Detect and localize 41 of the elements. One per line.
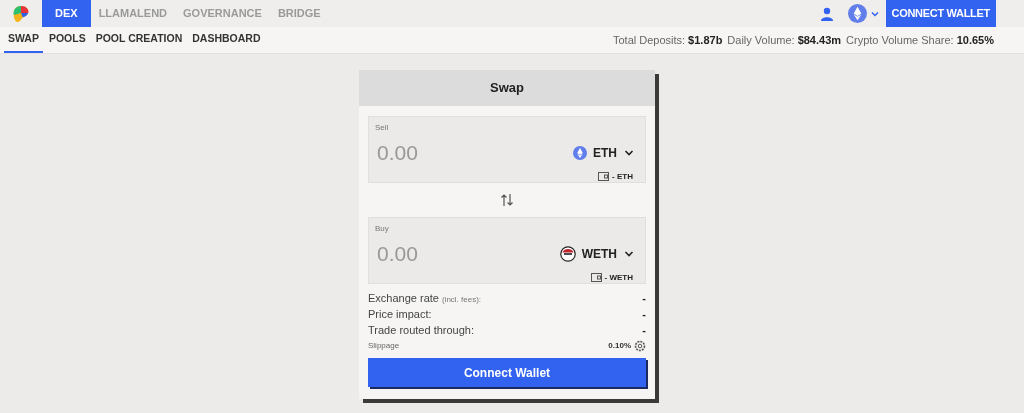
detail-label: Trade routed through:: [368, 323, 474, 338]
card-title: Swap: [490, 79, 524, 98]
detail-label: Price impact:: [368, 307, 432, 322]
network-selector[interactable]: [847, 4, 880, 23]
balance-text: - ETH: [612, 170, 633, 183]
field-label: Sell: [375, 123, 390, 133]
user-icon[interactable]: [819, 6, 834, 21]
sub-nav-tab[interactable]: SWAP: [4, 27, 43, 53]
stat-value: $84.43m: [797, 32, 842, 48]
token-selector[interactable]: WETH: [559, 244, 635, 263]
connect-wallet-button[interactable]: Connect Wallet: [368, 358, 646, 387]
token-selector[interactable]: ETH: [573, 143, 635, 162]
field-label: Buy: [375, 224, 390, 234]
detail-value: -: [642, 323, 646, 338]
nav-tab[interactable]: DEX: [42, 0, 91, 27]
token-icon: [573, 145, 587, 160]
swap-arrows-icon[interactable]: [500, 193, 514, 207]
stat-label: Crypto Volume Share:: [846, 32, 954, 48]
detail-value: -: [642, 291, 646, 306]
slippage-label: Slippage: [368, 340, 400, 352]
wallet-icon: [590, 273, 602, 282]
stat-value: $1.87b: [688, 32, 723, 48]
sub-nav-tab[interactable]: DASHBOARD: [188, 27, 265, 53]
settings-icon[interactable]: [634, 340, 646, 352]
ethereum-icon: [847, 4, 867, 23]
stat-value: 10.65%: [956, 32, 994, 48]
detail-note: (incl. fees):: [441, 294, 482, 306]
wallet-icon: [598, 172, 610, 181]
sub-nav-tab[interactable]: POOL CREATION: [91, 27, 187, 53]
sub-nav-tab[interactable]: POOLS: [44, 27, 90, 53]
connect-wallet-button[interactable]: CONNECT WALLET: [885, 0, 996, 27]
stat-label: Total Deposits:: [612, 32, 686, 48]
amount-input[interactable]: 0.00: [375, 137, 495, 169]
balance-text: - WETH: [604, 271, 633, 284]
stat-label: Daily Volume:: [727, 32, 795, 48]
logo-icon[interactable]: [12, 4, 30, 23]
slippage-value: 0.10%: [608, 340, 631, 352]
amount-input[interactable]: 0.00: [375, 238, 495, 270]
detail-value: -: [642, 307, 646, 322]
detail-label: Exchange rate: [368, 291, 439, 306]
token-icon: [559, 245, 576, 262]
